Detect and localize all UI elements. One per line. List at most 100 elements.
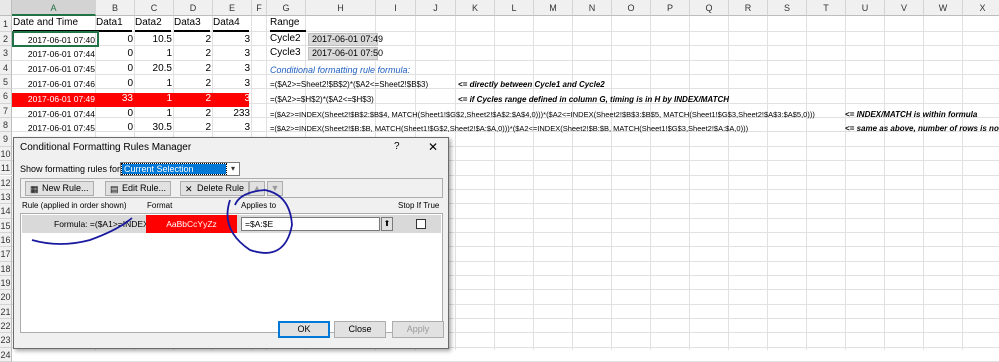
data-cell[interactable]: 0 xyxy=(96,107,133,121)
row-header[interactable]: 8 xyxy=(0,118,12,133)
data-cell[interactable]: 30.5 xyxy=(135,121,172,135)
header-data1[interactable]: Data1 xyxy=(96,16,132,32)
data-cell[interactable]: 1 xyxy=(135,47,172,61)
applies-to-input[interactable]: =$A:$E xyxy=(241,217,380,231)
range-picker-icon[interactable]: ⬆ xyxy=(381,217,393,231)
cycle-label[interactable]: Cycle2 xyxy=(270,32,301,46)
formula-note[interactable]: <= same as above, number of rows is not … xyxy=(845,122,999,136)
header-data2[interactable]: Data2 xyxy=(135,16,171,32)
column-header[interactable]: G xyxy=(267,0,306,16)
edit-rule-button[interactable]: ▤ Edit Rule... xyxy=(105,181,172,196)
date-cell[interactable]: 2017-06-01 07:44 xyxy=(13,47,95,61)
row-header[interactable]: 4 xyxy=(0,60,12,76)
ok-button[interactable]: OK xyxy=(278,321,330,338)
column-header[interactable]: X xyxy=(963,0,999,16)
formula-note[interactable]: <= INDEX/MATCH is within formula xyxy=(845,108,977,122)
formula-note[interactable]: <= directly between Cycle1 and Cycle2 xyxy=(458,78,605,92)
row-header[interactable]: 19 xyxy=(0,275,12,291)
row-header[interactable]: 23 xyxy=(0,333,12,348)
data-cell[interactable]: 2 xyxy=(174,77,211,91)
row-header[interactable]: 17 xyxy=(0,247,12,262)
column-header[interactable]: M xyxy=(534,0,573,16)
column-header[interactable]: D xyxy=(174,0,213,16)
data-cell[interactable]: 3 xyxy=(213,92,250,106)
data-cell[interactable]: 2 xyxy=(174,47,211,61)
row-header[interactable]: 2 xyxy=(0,32,12,47)
apply-button[interactable]: Apply xyxy=(392,321,444,338)
data-cell[interactable]: 3 xyxy=(213,77,250,91)
column-header[interactable]: N xyxy=(573,0,612,16)
data-cell[interactable]: 0 xyxy=(96,121,133,135)
show-rules-dropdown[interactable]: Current Selection ▾ xyxy=(120,162,240,176)
column-header[interactable]: L xyxy=(495,0,534,16)
delete-rule-button[interactable]: ✕ Delete Rule xyxy=(180,181,250,196)
close-button[interactable]: Close xyxy=(334,321,386,338)
help-icon[interactable]: ? xyxy=(394,141,400,152)
move-up-button[interactable]: ▲ xyxy=(249,181,265,196)
data-cell[interactable]: 20.5 xyxy=(135,62,172,76)
data-cell[interactable]: 3 xyxy=(213,121,250,135)
cf-caption[interactable]: Conditional formatting rule formula: xyxy=(270,63,410,77)
row-header[interactable]: 18 xyxy=(0,261,12,276)
column-header[interactable]: T xyxy=(807,0,846,16)
data-cell[interactable]: 10.5 xyxy=(135,33,172,47)
row-header[interactable]: 11 xyxy=(0,161,12,176)
data-cell[interactable]: 2 xyxy=(174,121,211,135)
date-cell[interactable]: 2017-06-01 07:45 xyxy=(13,62,95,76)
row-header[interactable]: 7 xyxy=(0,103,12,119)
rules-list[interactable]: Formula: =($A1>=INDEX... AaBbCcYyZz =$A:… xyxy=(20,213,443,333)
data-cell[interactable]: 3 xyxy=(213,62,250,76)
row-header[interactable]: 14 xyxy=(0,204,12,219)
row-header[interactable]: 1 xyxy=(0,16,12,32)
data-cell[interactable]: 2 xyxy=(174,33,211,47)
column-header[interactable]: E xyxy=(213,0,252,16)
formula-text[interactable]: =($A2>=Sheet2!$B$2)*($A2<=Sheet2!$B$3) xyxy=(270,78,428,92)
data-cell[interactable]: 0 xyxy=(96,33,133,47)
column-header[interactable]: F xyxy=(252,0,267,16)
data-cell[interactable]: 3 xyxy=(213,47,250,61)
row-header[interactable]: 12 xyxy=(0,175,12,190)
row-header[interactable]: 20 xyxy=(0,290,12,305)
data-cell[interactable]: 0 xyxy=(96,77,133,91)
header-date-time[interactable]: Date and Time xyxy=(13,16,98,32)
new-rule-button[interactable]: ▦ New Rule... xyxy=(25,181,94,196)
row-header[interactable]: 21 xyxy=(0,304,12,319)
data-cell[interactable]: 1 xyxy=(135,107,172,121)
date-cell[interactable]: 2017-06-01 07:46 xyxy=(13,77,95,91)
date-cell[interactable]: 2017-06-01 07:44 xyxy=(13,107,95,121)
row-header[interactable]: 9 xyxy=(0,132,12,147)
select-all-corner[interactable] xyxy=(0,0,12,16)
column-header[interactable]: O xyxy=(612,0,651,16)
data-cell[interactable]: 233 xyxy=(213,107,250,121)
formula-text[interactable]: =($A2>=INDEX(Sheet2!$B$2:$B$4, MATCH(She… xyxy=(270,108,815,122)
column-header[interactable]: B xyxy=(96,0,135,16)
move-down-button[interactable]: ▼ xyxy=(267,181,283,196)
column-header[interactable]: A xyxy=(12,0,96,16)
formula-text[interactable]: =($A2>=$H$2)*($A2<=$H$3) xyxy=(270,93,374,107)
formula-text[interactable]: =($A2>=INDEX(Sheet2!$B:$B, MATCH(Sheet1!… xyxy=(270,122,748,136)
row-header[interactable]: 10 xyxy=(0,146,12,162)
data-cell[interactable]: 0 xyxy=(96,47,133,61)
data-cell[interactable]: 0 xyxy=(96,62,133,76)
column-header[interactable]: S xyxy=(768,0,807,16)
column-header[interactable]: W xyxy=(924,0,963,16)
column-header[interactable]: Q xyxy=(690,0,729,16)
header-range[interactable]: Range xyxy=(270,16,306,32)
row-header[interactable]: 22 xyxy=(0,319,12,334)
cycle-value[interactable]: 2017-06-01 07:49 xyxy=(308,33,383,46)
row-header[interactable]: 16 xyxy=(0,232,12,248)
column-header[interactable]: P xyxy=(651,0,690,16)
column-header[interactable]: U xyxy=(846,0,885,16)
column-header[interactable]: H xyxy=(306,0,376,16)
close-icon[interactable]: ✕ xyxy=(428,140,438,154)
formula-note[interactable]: <= if Cycles range defined in column G, … xyxy=(458,93,729,107)
row-header[interactable]: 13 xyxy=(0,189,12,205)
stop-if-true-checkbox[interactable] xyxy=(416,219,426,229)
header-data3[interactable]: Data3 xyxy=(174,16,210,32)
header-data4[interactable]: Data4 xyxy=(213,16,249,32)
cycle-value[interactable]: 2017-06-01 07:50 xyxy=(308,47,383,60)
data-cell[interactable]: 2 xyxy=(174,62,211,76)
data-cell[interactable]: 2 xyxy=(174,107,211,121)
column-header[interactable]: I xyxy=(376,0,416,16)
chevron-down-icon[interactable]: ▾ xyxy=(227,163,239,175)
